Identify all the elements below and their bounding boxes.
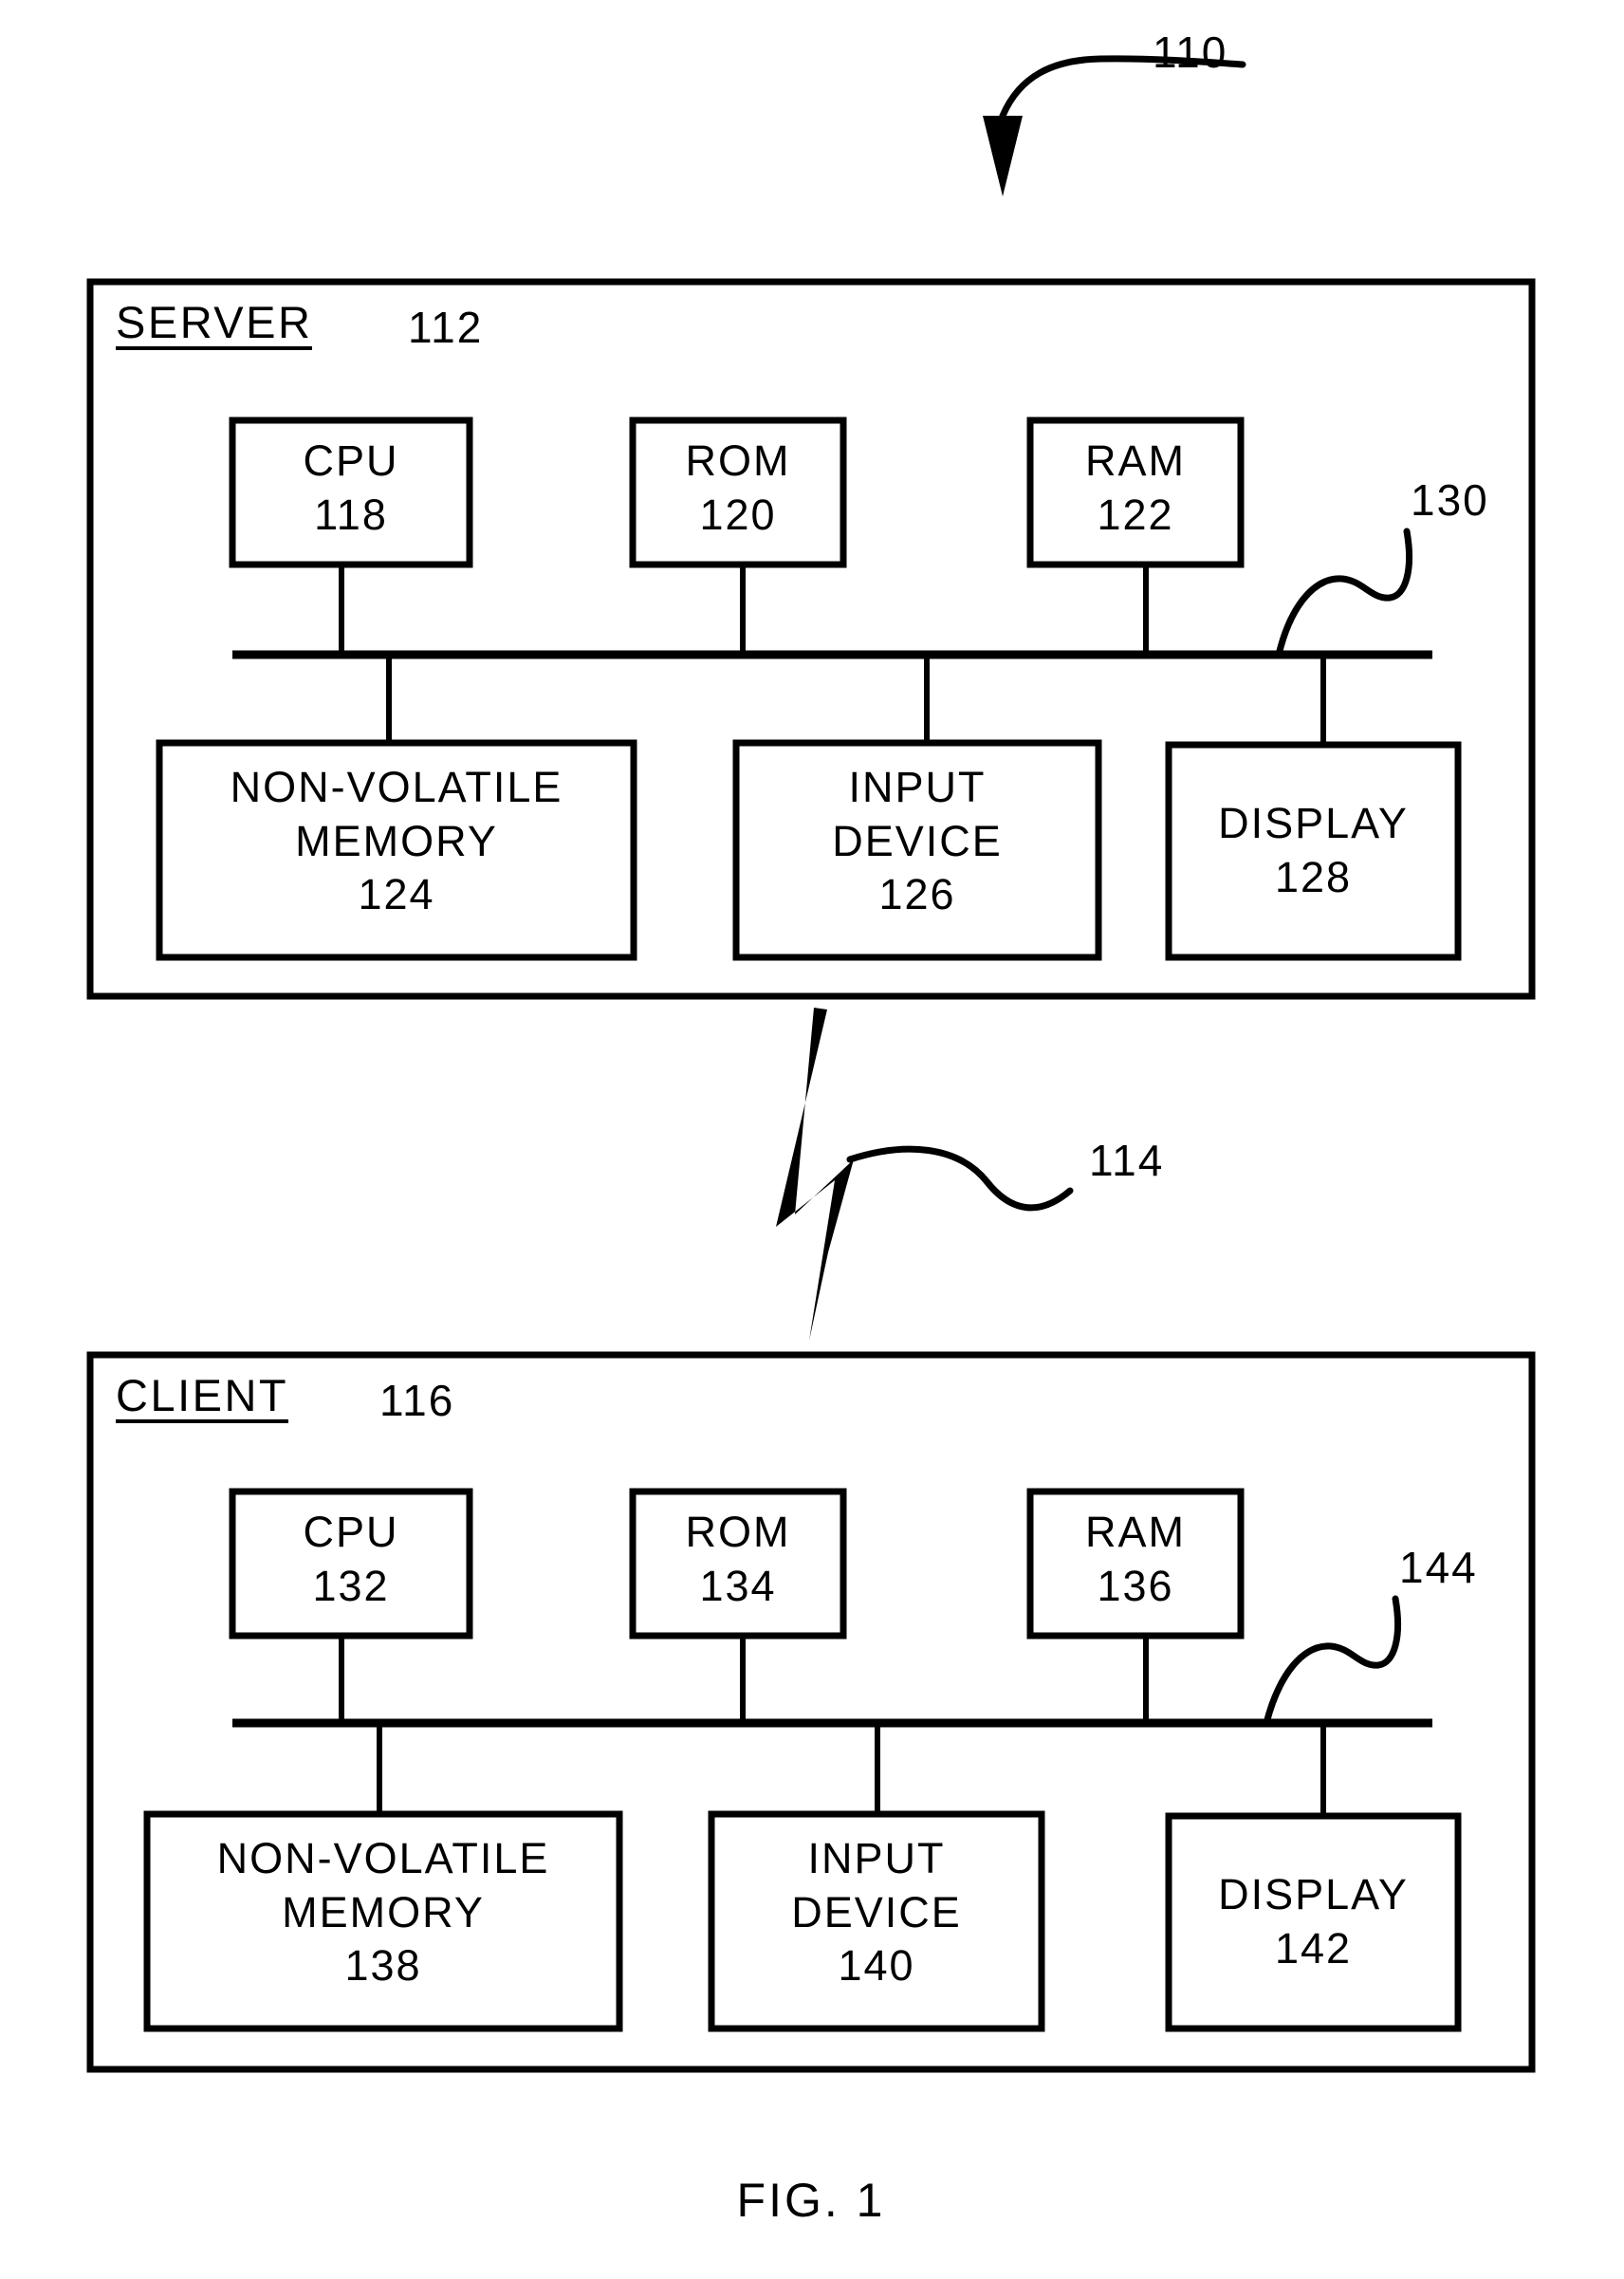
client-bus-ref-label: 144 — [1399, 1543, 1478, 1592]
system-ref-label: 110 — [1153, 28, 1228, 77]
figure-caption: FIG. 1 — [736, 2174, 886, 2227]
server-ram-box-label: RAM 122 — [1030, 435, 1241, 542]
server-bus — [232, 565, 1432, 745]
client-nvmemory-box-label: NON-VOLATILE MEMORY 138 — [147, 1832, 619, 1993]
server-input-device-line1: INPUT — [848, 763, 987, 811]
server-nvmemory-line2: MEMORY — [295, 816, 498, 865]
client-ram-box-label: RAM 136 — [1030, 1506, 1241, 1613]
wireless-link-ref-label: 114 — [1089, 1136, 1165, 1185]
client-ram-name: RAM — [1085, 1508, 1186, 1556]
client-nvmemory-line1: NON-VOLATILE — [216, 1834, 550, 1882]
server-input-device-line2: DEVICE — [832, 816, 1003, 865]
client-cpu-ref: 132 — [312, 1561, 390, 1610]
client-display-line1: DISPLAY — [1218, 1870, 1409, 1918]
server-ram-name: RAM — [1085, 436, 1186, 485]
client-input-device-ref: 140 — [838, 1941, 915, 1991]
server-panel-title: SERVER — [116, 300, 313, 350]
client-bus — [232, 1636, 1432, 1816]
server-rom-name: ROM — [685, 436, 791, 485]
client-panel-ref: 116 — [379, 1376, 455, 1425]
server-panel-ref: 112 — [408, 303, 484, 352]
server-display-ref: 128 — [1274, 852, 1353, 901]
server-bus-leader — [1275, 528, 1412, 658]
wireless-link-bolt — [776, 1008, 1074, 1341]
patent-figure: 110 SERVER 112 CPU 118 ROM 120 RAM 122 1… — [0, 0, 1624, 2279]
server-cpu-name: CPU — [303, 436, 399, 485]
server-ram-ref: 122 — [1097, 490, 1174, 539]
client-input-device-line1: INPUT — [807, 1834, 946, 1882]
server-rom-box-label: ROM 120 — [633, 435, 843, 542]
server-nvmemory-line1: NON-VOLATILE — [230, 763, 563, 811]
client-nvmemory-ref: 138 — [344, 1941, 422, 1991]
client-input-device-line2: DEVICE — [791, 1887, 962, 1936]
client-nvmemory-line2: MEMORY — [282, 1887, 485, 1936]
server-bus-ref-label: 130 — [1411, 475, 1489, 525]
server-input-device-ref: 126 — [878, 870, 956, 919]
server-cpu-ref: 118 — [314, 490, 388, 539]
client-rom-ref: 134 — [699, 1561, 777, 1610]
server-cpu-box-label: CPU 118 — [232, 435, 470, 542]
client-cpu-name: CPU — [303, 1508, 399, 1556]
client-ram-ref: 136 — [1097, 1561, 1174, 1610]
client-rom-box-label: ROM 134 — [633, 1506, 843, 1613]
client-input-device-box-label: INPUT DEVICE 140 — [711, 1832, 1042, 1993]
server-nvmemory-ref: 124 — [358, 870, 435, 919]
client-display-box-label: DISPLAY 142 — [1169, 1868, 1458, 1975]
client-bus-leader — [1263, 1595, 1401, 1727]
client-panel-title: CLIENT — [116, 1373, 289, 1423]
server-nvmemory-box-label: NON-VOLATILE MEMORY 124 — [159, 761, 634, 922]
server-input-device-box-label: INPUT DEVICE 126 — [736, 761, 1098, 922]
server-display-line1: DISPLAY — [1218, 799, 1409, 847]
client-display-ref: 142 — [1274, 1923, 1353, 1973]
client-rom-name: ROM — [685, 1508, 791, 1556]
server-display-box-label: DISPLAY 128 — [1169, 797, 1458, 904]
server-rom-ref: 120 — [699, 490, 777, 539]
system-leader-arrow — [983, 55, 1246, 196]
client-cpu-box-label: CPU 132 — [232, 1506, 470, 1613]
